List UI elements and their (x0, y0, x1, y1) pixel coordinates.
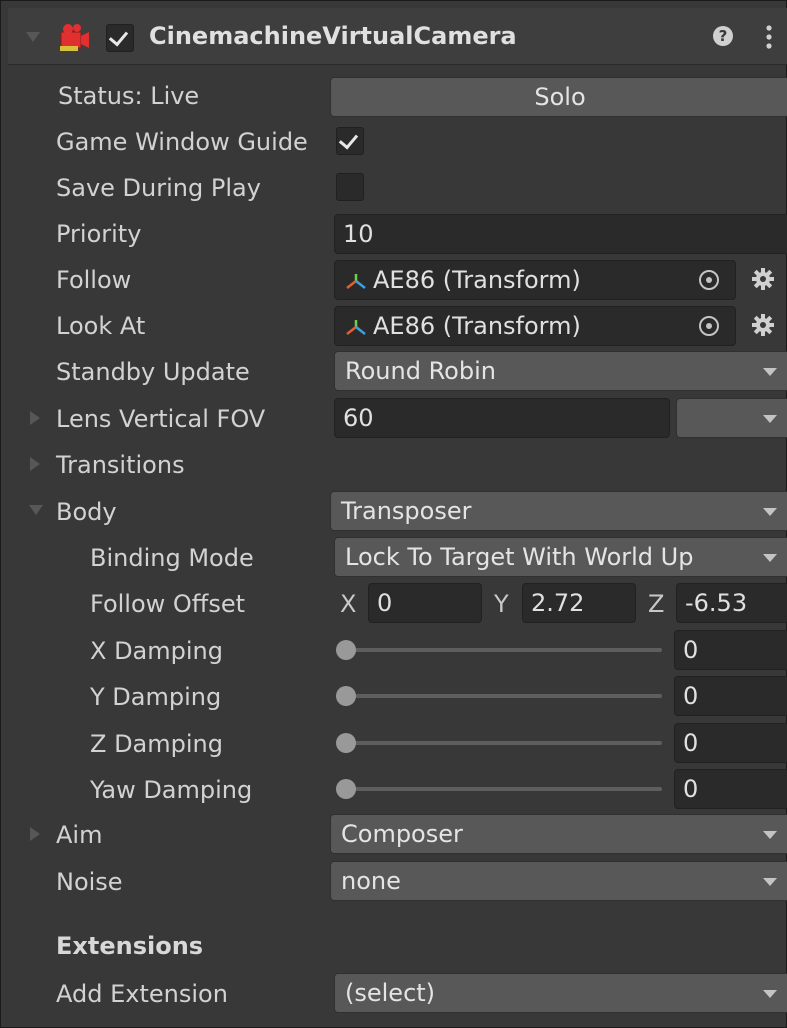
transform-icon (346, 274, 366, 289)
chevron-down-icon (763, 831, 777, 839)
solo-button[interactable]: Solo (330, 77, 787, 117)
checkmark-icon (338, 129, 359, 150)
svg-text:?: ? (719, 27, 728, 45)
look-at-label: Look At (56, 312, 146, 340)
checkmark-icon (108, 26, 129, 47)
yaw-damping-slider-handle[interactable] (336, 779, 356, 799)
yaw-damping-slider-track[interactable] (340, 787, 662, 791)
y-damping-slider-handle[interactable] (336, 686, 356, 706)
body-dropdown[interactable]: Transposer (330, 491, 787, 531)
lens-label: Lens Vertical FOV (56, 405, 266, 433)
lens-foldout-icon[interactable] (30, 411, 40, 425)
game-window-guides-label: Game Window Guide (56, 128, 308, 156)
offset-y-label: Y (494, 590, 509, 618)
follow-value: AE86 (Transform) (373, 266, 581, 294)
z-damping-label: Z Damping (90, 730, 223, 758)
x-damping-input[interactable]: 0 (674, 630, 787, 670)
aim-foldout-icon[interactable] (30, 827, 40, 841)
x-damping-label: X Damping (90, 637, 223, 665)
look-at-object-field[interactable]: AE86 (Transform) (334, 306, 736, 346)
aim-value: Composer (341, 820, 463, 848)
offset-x-label: X (340, 590, 357, 618)
chevron-down-icon (763, 508, 777, 516)
body-label: Body (56, 498, 117, 526)
noise-dropdown[interactable]: none (330, 861, 787, 901)
kebab-menu-icon[interactable] (764, 24, 774, 50)
standby-update-dropdown[interactable]: Round Robin (334, 351, 787, 391)
look-at-value: AE86 (Transform) (373, 312, 581, 340)
yaw-damping-input[interactable]: 0 (674, 769, 787, 809)
priority-label: Priority (56, 220, 142, 248)
y-damping-slider-track[interactable] (340, 694, 662, 698)
add-extension-dropdown[interactable]: (select) (334, 973, 787, 1013)
gear-icon[interactable] (752, 314, 774, 336)
noise-label: Noise (56, 868, 123, 896)
lens-fov-input[interactable]: 60 (334, 398, 670, 438)
aim-label: Aim (56, 821, 103, 849)
component-header[interactable]: CinemachineVirtualCamera ? (8, 8, 787, 65)
body-foldout-icon[interactable] (29, 505, 43, 515)
lens-preset-dropdown[interactable] (676, 398, 787, 438)
aim-dropdown[interactable]: Composer (330, 814, 787, 854)
chevron-down-icon (763, 415, 777, 423)
component-enabled-checkbox[interactable] (106, 24, 134, 52)
follow-object-field[interactable]: AE86 (Transform) (334, 260, 736, 300)
offset-y-input[interactable]: 2.72 (522, 583, 636, 623)
z-damping-slider-handle[interactable] (336, 733, 356, 753)
chevron-down-icon (763, 554, 777, 562)
priority-input[interactable]: 10 (334, 214, 787, 254)
offset-x-input[interactable]: 0 (368, 583, 482, 623)
offset-z-label: Z (648, 590, 665, 618)
help-icon[interactable]: ? (712, 25, 734, 47)
chevron-down-icon (763, 878, 777, 886)
standby-update-value: Round Robin (345, 357, 496, 385)
add-extension-value: (select) (345, 979, 436, 1007)
gear-icon[interactable] (752, 268, 774, 290)
z-damping-input[interactable]: 0 (674, 723, 787, 763)
chevron-down-icon (763, 990, 777, 998)
x-damping-slider-track[interactable] (340, 648, 662, 652)
chevron-down-icon (763, 368, 777, 376)
offset-z-input[interactable]: -6.53 (676, 583, 787, 623)
standby-update-label: Standby Update (56, 358, 250, 386)
game-window-guides-checkbox[interactable] (336, 127, 364, 155)
follow-label: Follow (56, 266, 132, 294)
add-extension-label: Add Extension (56, 980, 228, 1008)
object-picker-icon[interactable] (699, 316, 719, 336)
yaw-damping-label: Yaw Damping (90, 776, 253, 804)
extensions-heading: Extensions (56, 932, 204, 960)
save-during-play-label: Save During Play (56, 174, 261, 202)
binding-mode-value: Lock To Target With World Up (345, 543, 694, 571)
body-value: Transposer (341, 497, 472, 525)
transitions-foldout-icon[interactable] (30, 457, 40, 471)
y-damping-input[interactable]: 0 (674, 676, 787, 716)
noise-value: none (341, 867, 401, 895)
status-label: Status: Live (58, 82, 200, 110)
transform-icon (346, 320, 366, 335)
object-picker-icon[interactable] (699, 270, 719, 290)
binding-mode-dropdown[interactable]: Lock To Target With World Up (334, 537, 787, 577)
save-during-play-checkbox[interactable] (336, 173, 364, 201)
header-foldout-icon[interactable] (26, 32, 40, 42)
y-damping-label: Y Damping (90, 683, 222, 711)
follow-offset-label: Follow Offset (90, 590, 246, 618)
component-title: CinemachineVirtualCamera (149, 22, 517, 50)
virtual-camera-component-icon (60, 24, 89, 51)
binding-mode-label: Binding Mode (90, 544, 254, 572)
z-damping-slider-track[interactable] (340, 741, 662, 745)
transitions-label[interactable]: Transitions (56, 450, 185, 480)
x-damping-slider-handle[interactable] (336, 640, 356, 660)
